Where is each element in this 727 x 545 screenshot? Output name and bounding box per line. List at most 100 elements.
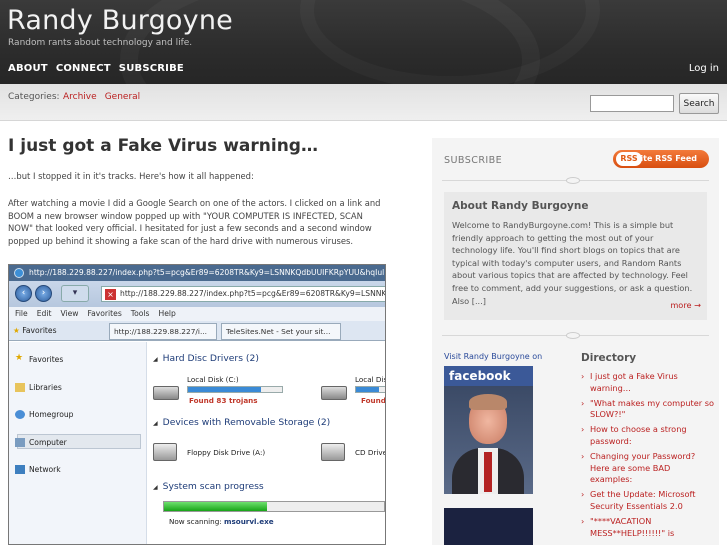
facebook-visit-link[interactable]: Visit Randy Burgoyne on <box>444 352 542 361</box>
hard-drive-icon <box>153 386 179 400</box>
screenshot-title-bar: http://188.229.88.227/index.php?t5=pcg&E… <box>9 265 385 281</box>
hdd-heading: ◢ Hard Disc Drivers (2) <box>153 353 259 364</box>
disk-d-label: Local Disk (D: <box>355 375 385 384</box>
nav-connect[interactable]: CONNECT <box>56 63 111 74</box>
screenshot-url-bar: × http://188.229.88.227/index.php?t5=pcg… <box>101 286 386 302</box>
star-icon: ★ <box>13 326 20 335</box>
facebook-widget <box>444 508 533 545</box>
menu-view: View <box>60 309 79 318</box>
site-title[interactable]: Randy Burgoyne <box>7 5 233 36</box>
directory-title: Directory <box>581 352 637 364</box>
post-paragraph: After watching a movie I did a Google Se… <box>8 198 381 246</box>
disk-d-bar <box>355 386 385 393</box>
subscribe-label: SUBSCRIBE <box>444 155 503 166</box>
stop-icon: × <box>105 289 116 300</box>
scan-heading: ◢ System scan progress <box>153 481 264 492</box>
search-input[interactable] <box>590 95 674 112</box>
login-link[interactable]: Log in <box>689 63 719 74</box>
divider-2 <box>442 332 709 339</box>
main-nav: ABOUT CONNECT SUBSCRIBE <box>8 63 184 74</box>
screenshot-address-row: ‹ › ▾ × http://188.229.88.227/index.php?… <box>9 281 385 307</box>
directory-list: I just got a Fake Virus warning… "What m… <box>581 371 715 542</box>
ie-icon <box>14 268 24 278</box>
site-header: Randy Burgoyne Random rants about techno… <box>0 0 727 84</box>
forward-icon: › <box>35 285 52 302</box>
menu-favorites: Favorites <box>87 309 122 318</box>
rss-feed-label: Site RSS Feed <box>634 154 697 163</box>
rss-feed-button[interactable]: RSS Site RSS Feed <box>613 150 709 168</box>
about-box: About Randy Burgoyne Welcome to RandyBur… <box>444 192 707 320</box>
scan-file: msourvl.exe <box>223 517 274 526</box>
triangle-icon: ◢ <box>153 420 158 427</box>
star-icon: ★ <box>15 353 24 363</box>
nav-about[interactable]: ABOUT <box>8 63 48 74</box>
cd-drive-icon <box>321 443 345 461</box>
screenshot-tab-bar: ★ Favorites http://188.229.88.227/i... T… <box>9 321 385 341</box>
favorites-label: Favorites <box>22 326 57 335</box>
removable-heading: ◢ Devices with Removable Storage (2) <box>153 417 331 428</box>
post-intro: …but I stopped it in it's tracks. Here's… <box>8 171 254 181</box>
directory-item[interactable]: Changing your Password? Here are some BA… <box>581 451 715 486</box>
triangle-icon: ◢ <box>153 484 158 491</box>
cd-label: CD Drive <box>355 448 386 457</box>
screenshot-tab-2: TeleSites.Net - Set your sit... <box>221 323 341 340</box>
facebook-logo[interactable]: facebook <box>444 366 533 386</box>
tools-icon: ▾ <box>61 285 89 302</box>
back-icon: ‹ <box>15 285 32 302</box>
directory-item[interactable]: "What makes my computer so SLOW?!" <box>581 398 715 422</box>
categories-bar: Categories: Archive General Search <box>0 84 727 121</box>
disk-c-bar <box>187 386 283 393</box>
profile-photo[interactable] <box>444 386 533 494</box>
menu-help: Help <box>158 309 176 318</box>
disk-d-bar-fill <box>356 387 379 392</box>
nav-libraries: Libraries <box>15 383 62 392</box>
scan-progress-fill <box>164 502 268 511</box>
folder-icon <box>15 383 25 392</box>
directory-item[interactable]: "****VACATION MESS**HELP!!!!!!" is <box>581 516 715 540</box>
menu-edit: Edit <box>36 309 52 318</box>
nav-favorites: ★ Favorites <box>15 353 64 364</box>
screenshot-tab-1: http://188.229.88.227/i... <box>109 323 217 340</box>
categories-label: Categories: <box>8 92 60 102</box>
hard-drive-icon-2 <box>321 386 347 400</box>
rss-icon: RSS <box>616 152 642 166</box>
floppy-label: Floppy Disk Drive (A:) <box>187 448 266 457</box>
menu-file: File <box>15 309 28 318</box>
screenshot-url-text: http://188.229.88.227/index.php?t5=pcg&E… <box>120 289 386 298</box>
favorites-button: ★ Favorites <box>13 323 57 339</box>
directory-item[interactable]: How to choose a strong password: <box>581 424 715 448</box>
directory-item[interactable]: Get the Update: Microsoft Security Essen… <box>581 489 715 513</box>
about-more-link[interactable]: more → <box>670 300 701 310</box>
nav-subscribe[interactable]: SUBSCRIBE <box>119 63 184 74</box>
scan-status: Now scanning: msourvl.exe <box>169 517 274 526</box>
computer-icon <box>15 438 25 447</box>
scan-label: Now scanning: <box>169 517 222 526</box>
homegroup-icon <box>15 410 25 419</box>
site-tagline: Random rants about technology and life. <box>8 38 193 48</box>
fake-virus-screenshot: http://188.229.88.227/index.php?t5=pcg&E… <box>8 264 386 545</box>
menu-tools: Tools <box>130 309 150 318</box>
category-archive[interactable]: Archive <box>63 92 97 102</box>
screenshot-menu-bar: File Edit View Favorites Tools Help <box>9 307 385 321</box>
post-title[interactable]: I just got a Fake Virus warning… <box>8 136 318 156</box>
directory-item[interactable]: I just got a Fake Virus warning… <box>581 371 715 395</box>
nav-network: Network <box>15 465 61 474</box>
disk-d-found: Found <box>361 396 386 405</box>
floppy-icon <box>153 443 177 461</box>
triangle-icon: ◢ <box>153 356 158 363</box>
about-text: Welcome to RandyBurgoyne.com! This is a … <box>452 220 693 306</box>
divider <box>442 177 709 184</box>
screenshot-title-text: http://188.229.88.227/index.php?t5=pcg&E… <box>29 268 386 277</box>
category-links: Archive General <box>63 92 140 102</box>
category-general[interactable]: General <box>105 92 140 102</box>
nav-computer: Computer <box>15 438 67 447</box>
disk-c-bar-fill <box>188 387 262 392</box>
screenshot-nav-pane: ★ Favorites Libraries Homegroup Computer… <box>9 342 147 544</box>
disk-c-label: Local Disk (C:) <box>187 375 239 384</box>
sidebar: SUBSCRIBE RSS Site RSS Feed About Randy … <box>432 138 719 545</box>
scan-progress-bar <box>163 501 385 512</box>
about-title: About Randy Burgoyne <box>452 200 589 212</box>
search-button[interactable]: Search <box>679 93 719 114</box>
network-icon <box>15 465 25 474</box>
nav-homegroup: Homegroup <box>15 410 73 419</box>
